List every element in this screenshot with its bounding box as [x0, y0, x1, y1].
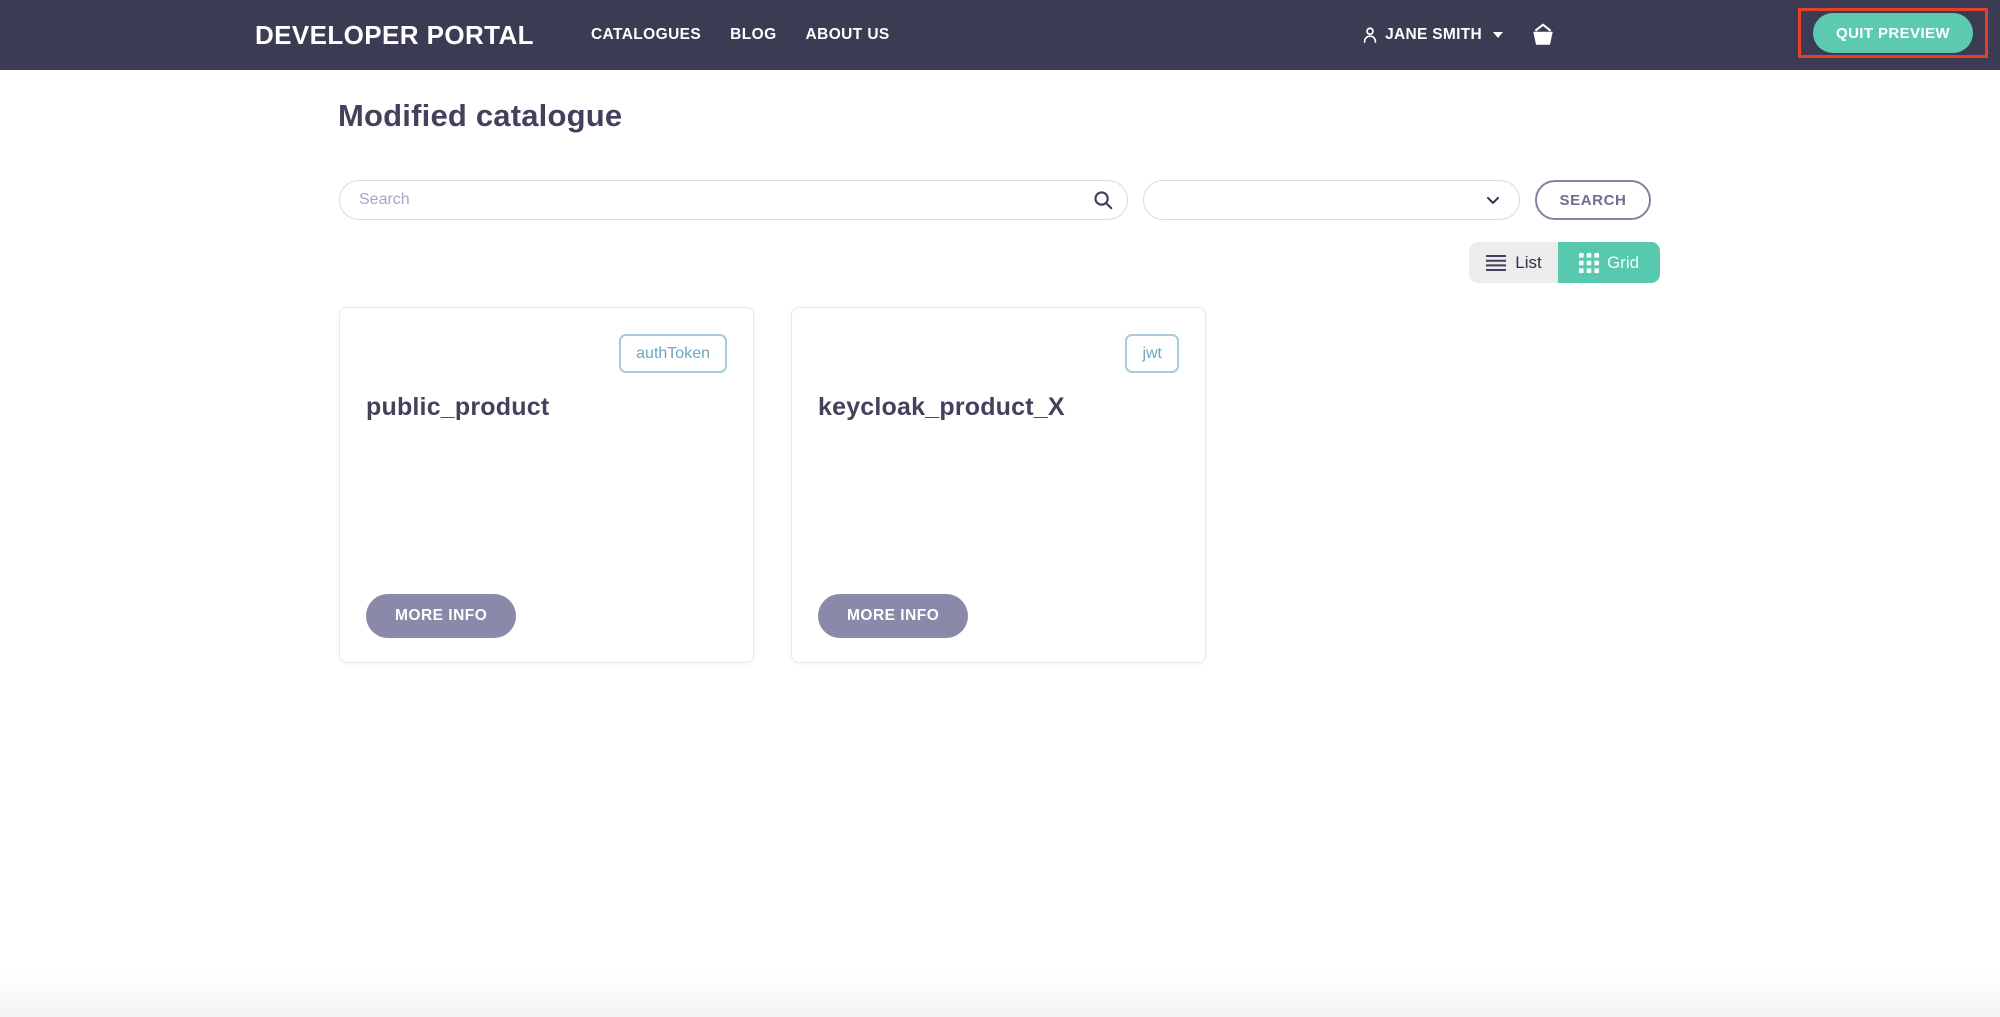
- user-menu[interactable]: JANE SMITH: [1360, 25, 1503, 45]
- search-button[interactable]: SEARCH: [1535, 180, 1651, 220]
- quit-preview-button[interactable]: QUIT PREVIEW: [1813, 13, 1973, 53]
- grid-view-label: Grid: [1607, 253, 1639, 273]
- basket-icon: [1530, 22, 1556, 48]
- search-row: SEARCH: [339, 180, 1651, 220]
- more-info-button[interactable]: MORE INFO: [818, 594, 968, 638]
- user-icon: [1360, 25, 1380, 45]
- grid-icon: [1579, 253, 1599, 273]
- filter-select[interactable]: [1143, 180, 1520, 220]
- nav-item-about-us[interactable]: ABOUT US: [806, 26, 890, 44]
- app-logo[interactable]: DEVELOPER PORTAL: [255, 20, 534, 51]
- annotation-highlight: QUIT PREVIEW: [1798, 8, 1988, 58]
- list-view-button[interactable]: List: [1469, 242, 1558, 283]
- nav-item-blog[interactable]: BLOG: [730, 26, 776, 44]
- view-toggle: List Grid: [1469, 242, 1660, 283]
- basket-button[interactable]: [1530, 22, 1556, 48]
- page-title: Modified catalogue: [338, 98, 622, 134]
- product-title: keycloak_product_X: [818, 393, 1179, 422]
- grid-view-button[interactable]: Grid: [1558, 242, 1660, 283]
- main-nav: CATALOGUES BLOG ABOUT US: [591, 26, 890, 44]
- search-field: [339, 180, 1128, 220]
- more-info-button[interactable]: MORE INFO: [366, 594, 516, 638]
- chevron-down-icon: [1493, 32, 1503, 38]
- list-icon: [1485, 253, 1507, 273]
- top-navbar: DEVELOPER PORTAL CATALOGUES BLOG ABOUT U…: [0, 0, 2000, 70]
- developer-portal-page: DEVELOPER PORTAL CATALOGUES BLOG ABOUT U…: [0, 0, 2000, 1017]
- search-input[interactable]: [339, 180, 1128, 220]
- main-content: Modified catalogue SE: [0, 70, 2000, 1017]
- product-card: jwt keycloak_product_X MORE INFO: [791, 307, 1206, 663]
- nav-item-catalogues[interactable]: CATALOGUES: [591, 26, 701, 44]
- product-card: authToken public_product MORE INFO: [339, 307, 754, 663]
- product-title: public_product: [366, 393, 727, 422]
- product-badge: authToken: [619, 334, 727, 373]
- search-icon[interactable]: [1091, 188, 1115, 212]
- chevron-down-icon: [1483, 190, 1503, 210]
- header-right-group: JANE SMITH: [1360, 22, 1556, 48]
- bottom-shadow: [0, 971, 2000, 1017]
- product-badge: jwt: [1125, 334, 1179, 373]
- user-name: JANE SMITH: [1385, 26, 1482, 44]
- product-grid: authToken public_product MORE INFO jwt k…: [339, 307, 1206, 663]
- list-view-label: List: [1515, 253, 1541, 273]
